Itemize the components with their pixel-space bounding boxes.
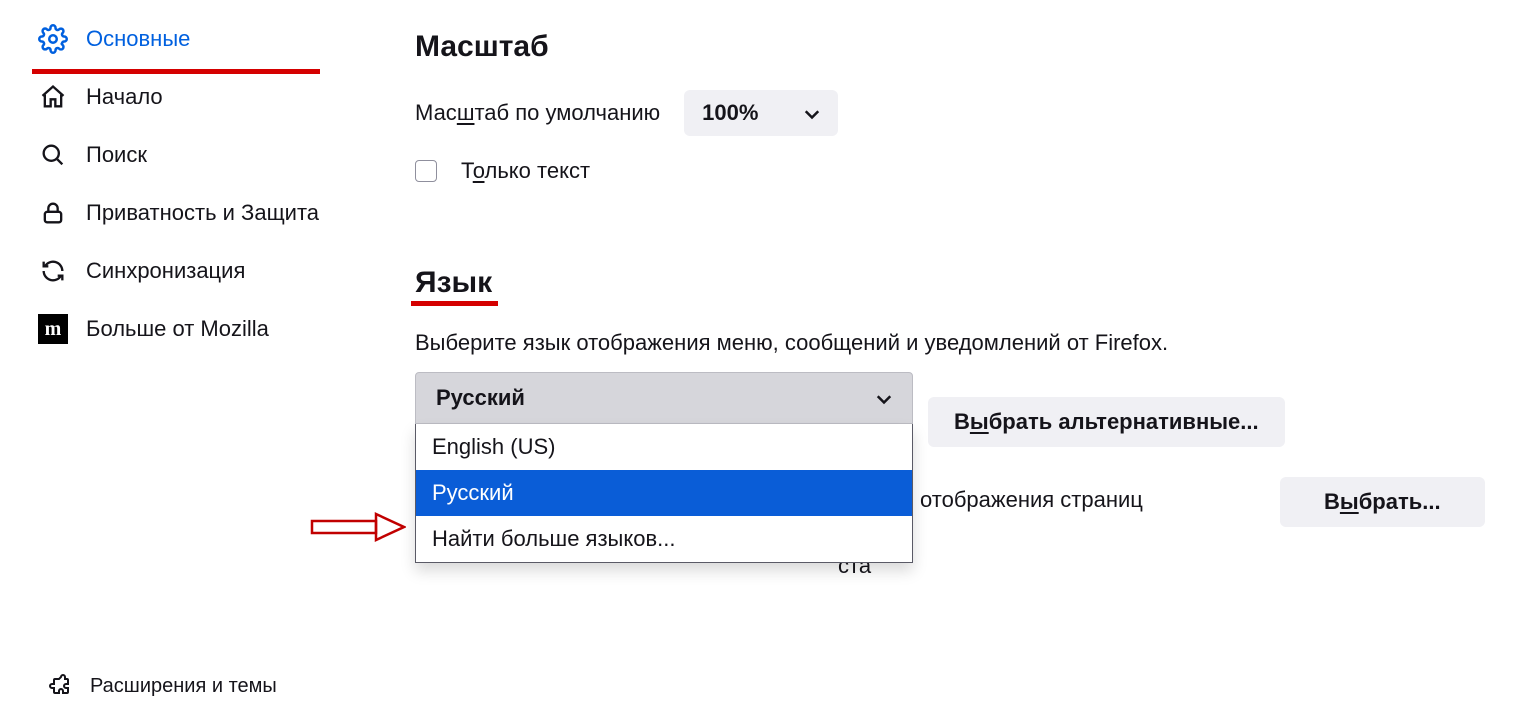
set-alternatives-button[interactable]: Выбрать альтернативные... [928,397,1285,447]
language-heading: Язык [415,266,1502,300]
sidebar-item-label: Поиск [86,141,147,169]
language-dropdown: English (US) Русский Найти больше языков… [415,424,913,563]
language-option-russian[interactable]: Русский [416,470,912,516]
page-language-label-fragment: отображения страниц [920,487,1143,513]
default-zoom-select[interactable]: 100% [684,90,838,136]
puzzle-icon [46,673,72,699]
sidebar-item-general[interactable]: Основные [0,10,380,68]
firefox-language-select[interactable]: Русский [415,372,913,424]
sidebar-item-mozilla[interactable]: m Больше от Mozilla [0,300,380,358]
home-icon [38,82,68,112]
sidebar-item-label: Синхронизация [86,257,245,285]
language-option-more[interactable]: Найти больше языков... [416,516,912,562]
sidebar-item-sync[interactable]: Синхронизация [0,242,380,300]
language-description: Выберите язык отображения меню, сообщени… [415,330,1502,356]
settings-sidebar: Основные Начало Поиск Приватность и Защи… [0,10,380,358]
zoom-text-only-label: Только текст [461,158,590,184]
zoom-text-only-checkbox[interactable] [415,160,437,182]
annotation-underline [411,301,498,306]
default-zoom-value: 100% [702,100,758,126]
default-zoom-row: Масштаб по умолчанию 100% [415,90,1502,136]
chevron-down-icon [804,100,820,126]
sync-icon [38,256,68,286]
sidebar-item-extensions[interactable]: Расширения и темы [0,673,380,699]
sidebar-item-search[interactable]: Поиск [0,126,380,184]
language-selected-value: Русский [436,385,525,411]
lock-icon [38,198,68,228]
gear-icon [38,24,68,54]
sidebar-item-label: Расширения и темы [90,675,277,698]
choose-button[interactable]: Выбрать... [1280,477,1485,527]
sidebar-item-label: Основные [86,25,190,53]
default-zoom-label: Масштаб по умолчанию [415,100,660,126]
sidebar-item-label: Больше от Mozilla [86,315,269,343]
sidebar-item-label: Приватность и Защита [86,199,319,227]
mozilla-icon: m [38,314,68,344]
search-icon [38,140,68,170]
sidebar-item-home[interactable]: Начало [0,68,380,126]
language-option-english[interactable]: English (US) [416,424,912,470]
zoom-heading: Масштаб [415,30,1502,64]
zoom-text-only-row: Только текст [415,158,1502,184]
sidebar-item-label: Начало [86,83,163,111]
chevron-down-icon [876,385,892,411]
sidebar-item-privacy[interactable]: Приватность и Защита [0,184,380,242]
annotation-arrow [310,512,406,542]
